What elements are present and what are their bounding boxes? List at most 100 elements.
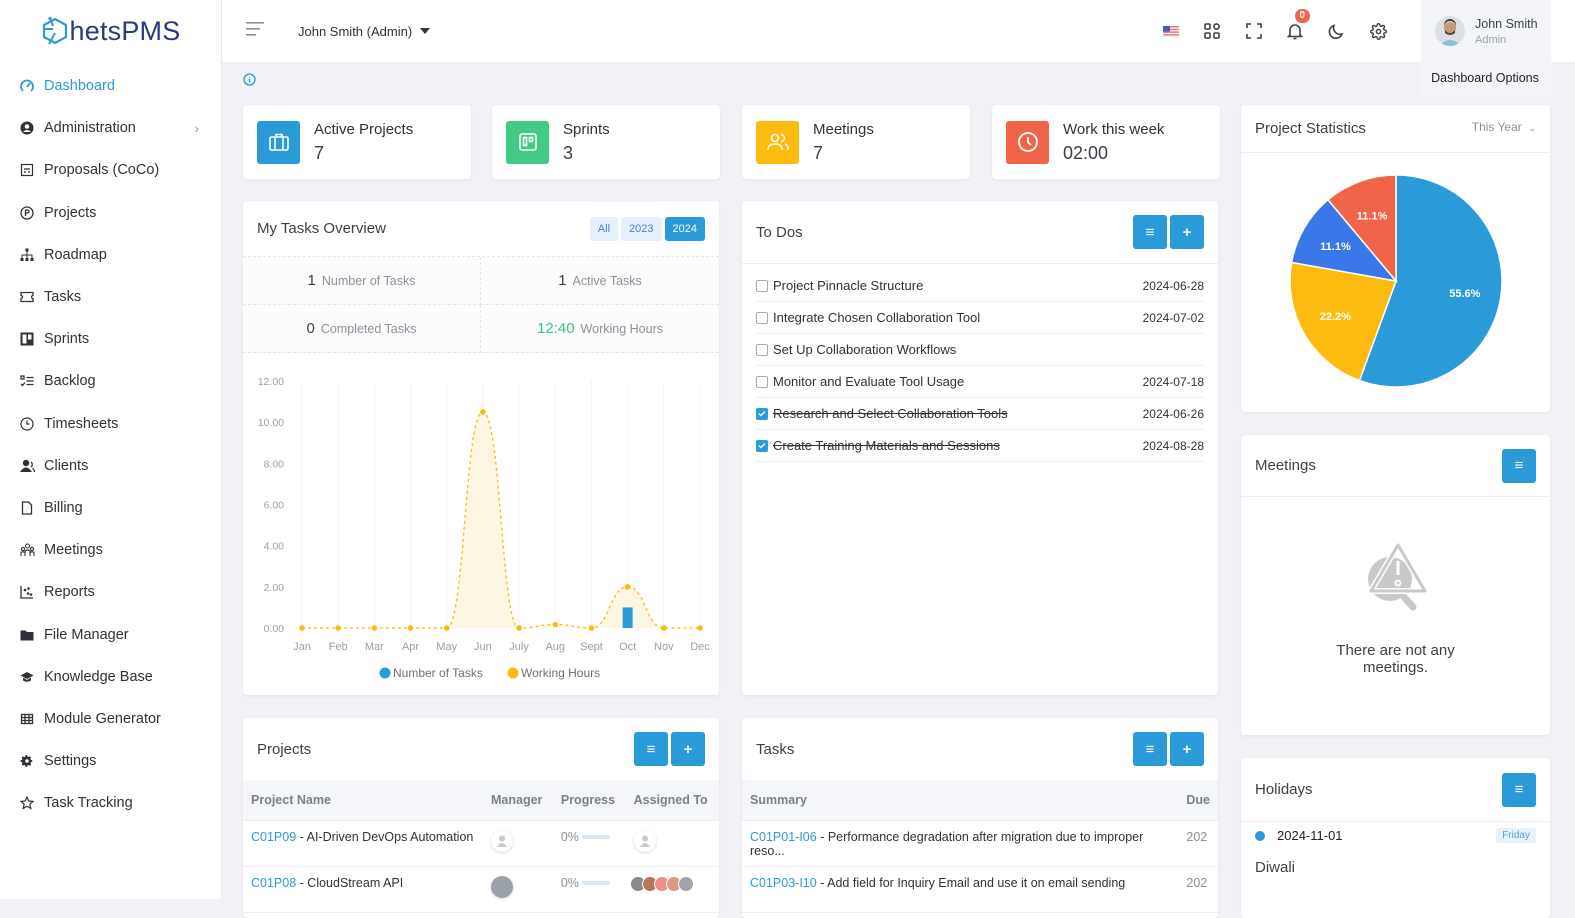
info-icon[interactable]: [243, 73, 256, 91]
stat-card-sprints[interactable]: Sprints 3: [492, 105, 720, 179]
project-name: - CloudStream API: [296, 875, 404, 890]
dashboard-options-link[interactable]: Dashboard Options: [1421, 71, 1549, 85]
todos-card: To Dos ≡ + Project Pinnacle Structure 2024…: [742, 201, 1218, 695]
projects-add-button[interactable]: +: [671, 732, 705, 766]
col-assigned-to[interactable]: Assigned To: [625, 780, 719, 821]
working-hours-point[interactable]: [407, 625, 414, 631]
meetings-list-button[interactable]: ≡: [1502, 448, 1536, 483]
sidebar-item-dashboard[interactable]: Dashboard: [0, 65, 221, 107]
task-due: 202: [1178, 866, 1218, 913]
working-hours-point[interactable]: [697, 625, 703, 631]
task-due: 202: [1178, 820, 1218, 867]
fullscreen-icon[interactable]: [1233, 23, 1275, 39]
tasks-list-button[interactable]: ≡: [1133, 732, 1167, 766]
todo-checkbox[interactable]: [756, 375, 768, 388]
col-due[interactable]: Due: [1178, 780, 1218, 821]
todo-checkbox[interactable]: [756, 311, 768, 324]
todo-checkbox[interactable]: [756, 279, 768, 292]
sidebar-item-roadmap[interactable]: Roadmap: [0, 234, 221, 276]
sidebar-item-backlog[interactable]: Backlog: [0, 360, 221, 402]
sidebar-item-knowledge-base[interactable]: Knowledge Base: [0, 656, 221, 698]
stat-card-meetings[interactable]: Meetings 7: [742, 105, 970, 179]
caret-down-icon: [420, 28, 431, 34]
filter-2023-button[interactable]: 2023: [621, 216, 662, 241]
sidebar-item-clients[interactable]: Clients: [0, 445, 221, 487]
dark-mode-moon-icon[interactable]: [1316, 23, 1358, 40]
project-code-link[interactable]: C01P08: [251, 876, 296, 890]
sidebar-item-sprints[interactable]: Sprints: [0, 318, 221, 360]
sidebar-item-tasks[interactable]: Tasks: [0, 276, 221, 318]
holidays-list-button[interactable]: ≡: [1502, 772, 1536, 807]
todos-add-button[interactable]: +: [1170, 215, 1204, 249]
stat-card-active-projects[interactable]: Active Projects 7: [243, 105, 471, 179]
working-hours-point[interactable]: [335, 625, 341, 631]
stat-card-work-this-week[interactable]: Work this week 02:00: [992, 105, 1220, 179]
sidebar-item-administration[interactable]: Administration ›: [0, 107, 221, 149]
working-hours-point[interactable]: [516, 625, 522, 631]
todo-text[interactable]: Set Up Collaboration Workflows: [773, 342, 1204, 357]
sidebar-item-billing[interactable]: Billing: [0, 487, 221, 529]
todo-checkbox[interactable]: [756, 343, 768, 356]
todo-item: Research and Select Collaboration Tools 2…: [756, 398, 1204, 430]
sidebar-item-label: Dashboard: [44, 78, 115, 95]
todo-checkbox[interactable]: [756, 439, 768, 452]
todo-checkbox[interactable]: [756, 407, 768, 420]
logo[interactable]: hetsPMS: [0, 0, 221, 62]
holiday-item: 2024-11-01 Friday Diwali: [1241, 822, 1550, 876]
filter-all-button[interactable]: All: [589, 216, 619, 241]
todo-text[interactable]: Research and Select Collaboration Tools: [773, 406, 1143, 421]
project-code-link[interactable]: C01P09: [251, 830, 296, 844]
working-hours-point[interactable]: [588, 625, 595, 631]
col-progress[interactable]: Progress: [552, 780, 626, 821]
working-hours-point[interactable]: [624, 584, 631, 590]
task-code-link[interactable]: C01P01-I06: [750, 830, 817, 844]
todo-text[interactable]: Project Pinnacle Structure: [773, 278, 1143, 293]
user-switch-dropdown[interactable]: John Smith (Admin): [298, 24, 431, 39]
todo-text[interactable]: Integrate Chosen Collaboration Tool: [773, 310, 1143, 325]
todo-text[interactable]: Create Training Materials and Sessions: [773, 438, 1143, 453]
sidebar-item-settings[interactable]: Settings: [0, 740, 221, 782]
sidebar-item-task-tracking[interactable]: Task Tracking: [0, 782, 221, 824]
todo-text[interactable]: Monitor and Evaluate Tool Usage: [773, 374, 1143, 389]
legend-label[interactable]: Number of Tasks: [393, 666, 483, 680]
chevron-down-icon: ⌄: [1528, 122, 1536, 133]
legend-label[interactable]: Working Hours: [521, 666, 600, 680]
sidebar-item-label: File Manager: [44, 626, 129, 643]
todo-list: Project Pinnacle Structure 2024-06-28 Inte…: [742, 264, 1218, 462]
working-hours-point[interactable]: [552, 621, 559, 628]
notification-badge: 0: [1294, 9, 1311, 23]
sidebar-item-file-manager[interactable]: File Manager: [0, 613, 221, 655]
sidebar-item-label: Billing: [44, 499, 83, 516]
apps-grid-icon[interactable]: [1192, 23, 1234, 39]
col-project-name[interactable]: Project Name: [243, 780, 483, 821]
col-summary[interactable]: Summary: [742, 780, 1179, 821]
working-hours-point[interactable]: [480, 409, 486, 415]
user-circle-icon: [19, 120, 35, 136]
tasks-add-button[interactable]: +: [1170, 732, 1204, 766]
sidebar-item-timesheets[interactable]: Timesheets: [0, 403, 221, 445]
sidebar-item-label: Meetings: [44, 542, 103, 559]
working-hours-point[interactable]: [299, 625, 305, 631]
sidebar-item-projects[interactable]: Projects: [0, 192, 221, 234]
todos-list-button[interactable]: ≡: [1133, 215, 1167, 249]
sidebar-item-label: Knowledge Base: [44, 668, 153, 685]
working-hours-point[interactable]: [443, 625, 450, 631]
bar-number-of-tasks[interactable]: [622, 607, 633, 628]
stat-label: Active Projects: [314, 120, 414, 138]
meetings-title: Meetings: [1255, 457, 1316, 474]
language-flag-icon[interactable]: [1150, 25, 1192, 37]
settings-gear-icon[interactable]: [1358, 22, 1400, 40]
working-hours-point[interactable]: [661, 625, 667, 631]
task-code-link[interactable]: C01P03-I10: [750, 876, 817, 890]
filter-2024-button[interactable]: 2024: [664, 216, 705, 241]
projects-list-button[interactable]: ≡: [634, 732, 668, 766]
sidebar-item-reports[interactable]: Reports: [0, 571, 221, 613]
notification-bell-icon[interactable]: 0: [1275, 9, 1317, 40]
col-manager[interactable]: Manager: [483, 780, 553, 821]
sidebar-item-module-generator[interactable]: Module Generator: [0, 698, 221, 740]
menu-toggle-icon[interactable]: [246, 21, 266, 41]
period-select[interactable]: This Year ⌄: [1472, 120, 1536, 134]
sidebar-item-meetings[interactable]: Meetings: [0, 529, 221, 571]
working-hours-point[interactable]: [371, 625, 378, 631]
sidebar-item-proposals-coco[interactable]: Proposals (CoCo): [0, 149, 221, 191]
